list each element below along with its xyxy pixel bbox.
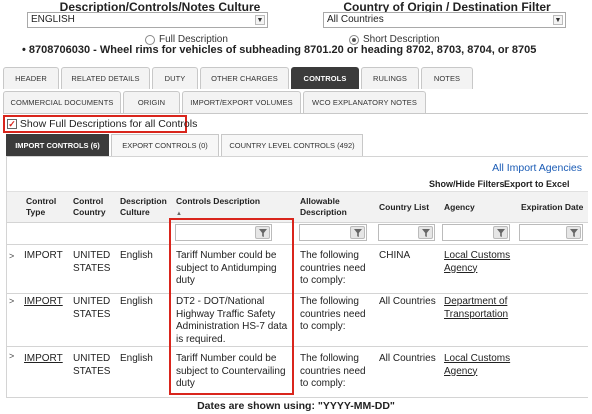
filter-icon[interactable] <box>418 226 433 239</box>
tab-other-charges[interactable]: OTHER CHARGES <box>200 67 289 89</box>
row1-culture: English <box>120 250 153 261</box>
tab-import-controls[interactable]: IMPORT CONTROLS (6) <box>6 134 109 156</box>
row3-control-type-link[interactable]: IMPORT <box>24 353 63 366</box>
controls-description-highlight <box>169 218 294 395</box>
bullet-icon: • <box>22 44 29 56</box>
chevron-right-icon[interactable]: > <box>9 296 14 306</box>
row3-control-country: UNITED STATES <box>73 353 111 377</box>
chevron-down-icon: ▼ <box>553 15 563 25</box>
culture-select[interactable]: ENGLISH ▼ <box>27 12 268 28</box>
show-hide-filters-button[interactable]: Show/Hide Filters <box>429 179 505 189</box>
col-controls-description-label: Controls Description <box>176 196 261 206</box>
tab-divider <box>3 113 588 114</box>
tab-notes[interactable]: NOTES <box>421 67 473 89</box>
tab-related-details[interactable]: RELATED DETAILS <box>61 67 150 89</box>
tab-wco-explanatory-notes[interactable]: WCO EXPLANATORY NOTES <box>303 91 426 113</box>
tab-duty[interactable]: DUTY <box>152 67 198 89</box>
row1-country-list: CHINA <box>379 250 411 261</box>
row2-control-type-link[interactable]: IMPORT <box>24 296 63 309</box>
checkbox-checked-icon: ✓ <box>7 119 17 130</box>
col-agency[interactable]: Agency <box>444 202 504 213</box>
chevron-right-icon[interactable]: > <box>9 351 14 361</box>
row2-control-country: UNITED STATES <box>73 296 111 320</box>
row1-agency-link[interactable]: Local Customs Agency <box>444 250 516 275</box>
filter-icon[interactable] <box>350 226 365 239</box>
col-controls-description[interactable]: Controls Description ▲ <box>176 196 291 220</box>
row1-control-country: UNITED STATES <box>73 250 111 274</box>
filter-icon[interactable] <box>493 226 508 239</box>
col-allowable-description[interactable]: Allowable Description <box>300 196 370 218</box>
row2-culture: English <box>120 296 153 307</box>
tab-export-controls[interactable]: EXPORT CONTROLS (0) <box>111 134 219 156</box>
row1-control-type: IMPORT <box>24 250 63 261</box>
tab-commercial-documents[interactable]: COMMERCIAL DOCUMENTS <box>3 91 121 113</box>
date-format-note: Dates are shown using: "YYYY-MM-DD" <box>197 400 395 412</box>
show-full-descriptions-checkbox[interactable]: ✓ Show Full Descriptions for all Control… <box>7 118 197 130</box>
row3-culture: English <box>120 353 153 364</box>
col-control-type[interactable]: Control Type <box>26 196 66 218</box>
filter-agency[interactable] <box>442 224 510 241</box>
col-expiration-date[interactable]: Expiration Date <box>521 202 585 213</box>
culture-select-value: ENGLISH <box>31 14 75 25</box>
filter-country-list[interactable] <box>378 224 435 241</box>
row3-country-list: All Countries <box>379 353 436 364</box>
tab-rulings[interactable]: RULINGS <box>361 67 419 89</box>
tab-import-export-volumes[interactable]: IMPORT/EXPORT VOLUMES <box>182 91 301 113</box>
chevron-right-icon[interactable]: > <box>9 251 14 261</box>
export-to-excel-button[interactable]: Export to Excel <box>504 179 570 189</box>
col-description-culture[interactable]: Description Culture <box>120 196 170 218</box>
col-country-list[interactable]: Country List <box>379 202 441 213</box>
chevron-down-icon: ▼ <box>255 15 265 25</box>
filter-icon[interactable] <box>566 226 581 239</box>
tab-controls[interactable]: CONTROLS <box>291 67 359 89</box>
tab-country-level-controls[interactable]: COUNTRY LEVEL CONTROLS (492) <box>221 134 363 156</box>
filter-allowable-description[interactable] <box>299 224 367 241</box>
filter-row-divider <box>7 222 588 223</box>
country-filter-select[interactable]: All Countries ▼ <box>323 12 566 28</box>
all-import-agencies-link[interactable]: All Import Agencies <box>492 162 582 174</box>
item-line: • 8708706030 - Wheel rims for vehicles o… <box>22 44 536 56</box>
row3-agency-link[interactable]: Local Customs Agency <box>444 353 516 378</box>
show-full-descriptions-label: Show Full Descriptions for all Controls <box>19 118 198 131</box>
row3-allowable-description: The following countries need to comply: <box>300 353 366 389</box>
sort-asc-icon: ▲ <box>176 211 182 217</box>
row2-country-list: All Countries <box>379 296 436 307</box>
col-control-country[interactable]: Control Country <box>73 196 117 218</box>
tab-origin[interactable]: ORIGIN <box>123 91 180 113</box>
country-filter-value: All Countries <box>327 14 384 25</box>
row2-agency-link[interactable]: Department of Transportation <box>444 296 516 321</box>
tab-header[interactable]: HEADER <box>3 67 59 89</box>
row2-allowable-description: The following countries need to comply: <box>300 296 366 332</box>
row1-allowable-description: The following countries need to comply: <box>300 250 366 286</box>
filter-expiration-date[interactable] <box>519 224 583 241</box>
item-description: 8708706030 - Wheel rims for vehicles of … <box>28 44 537 56</box>
